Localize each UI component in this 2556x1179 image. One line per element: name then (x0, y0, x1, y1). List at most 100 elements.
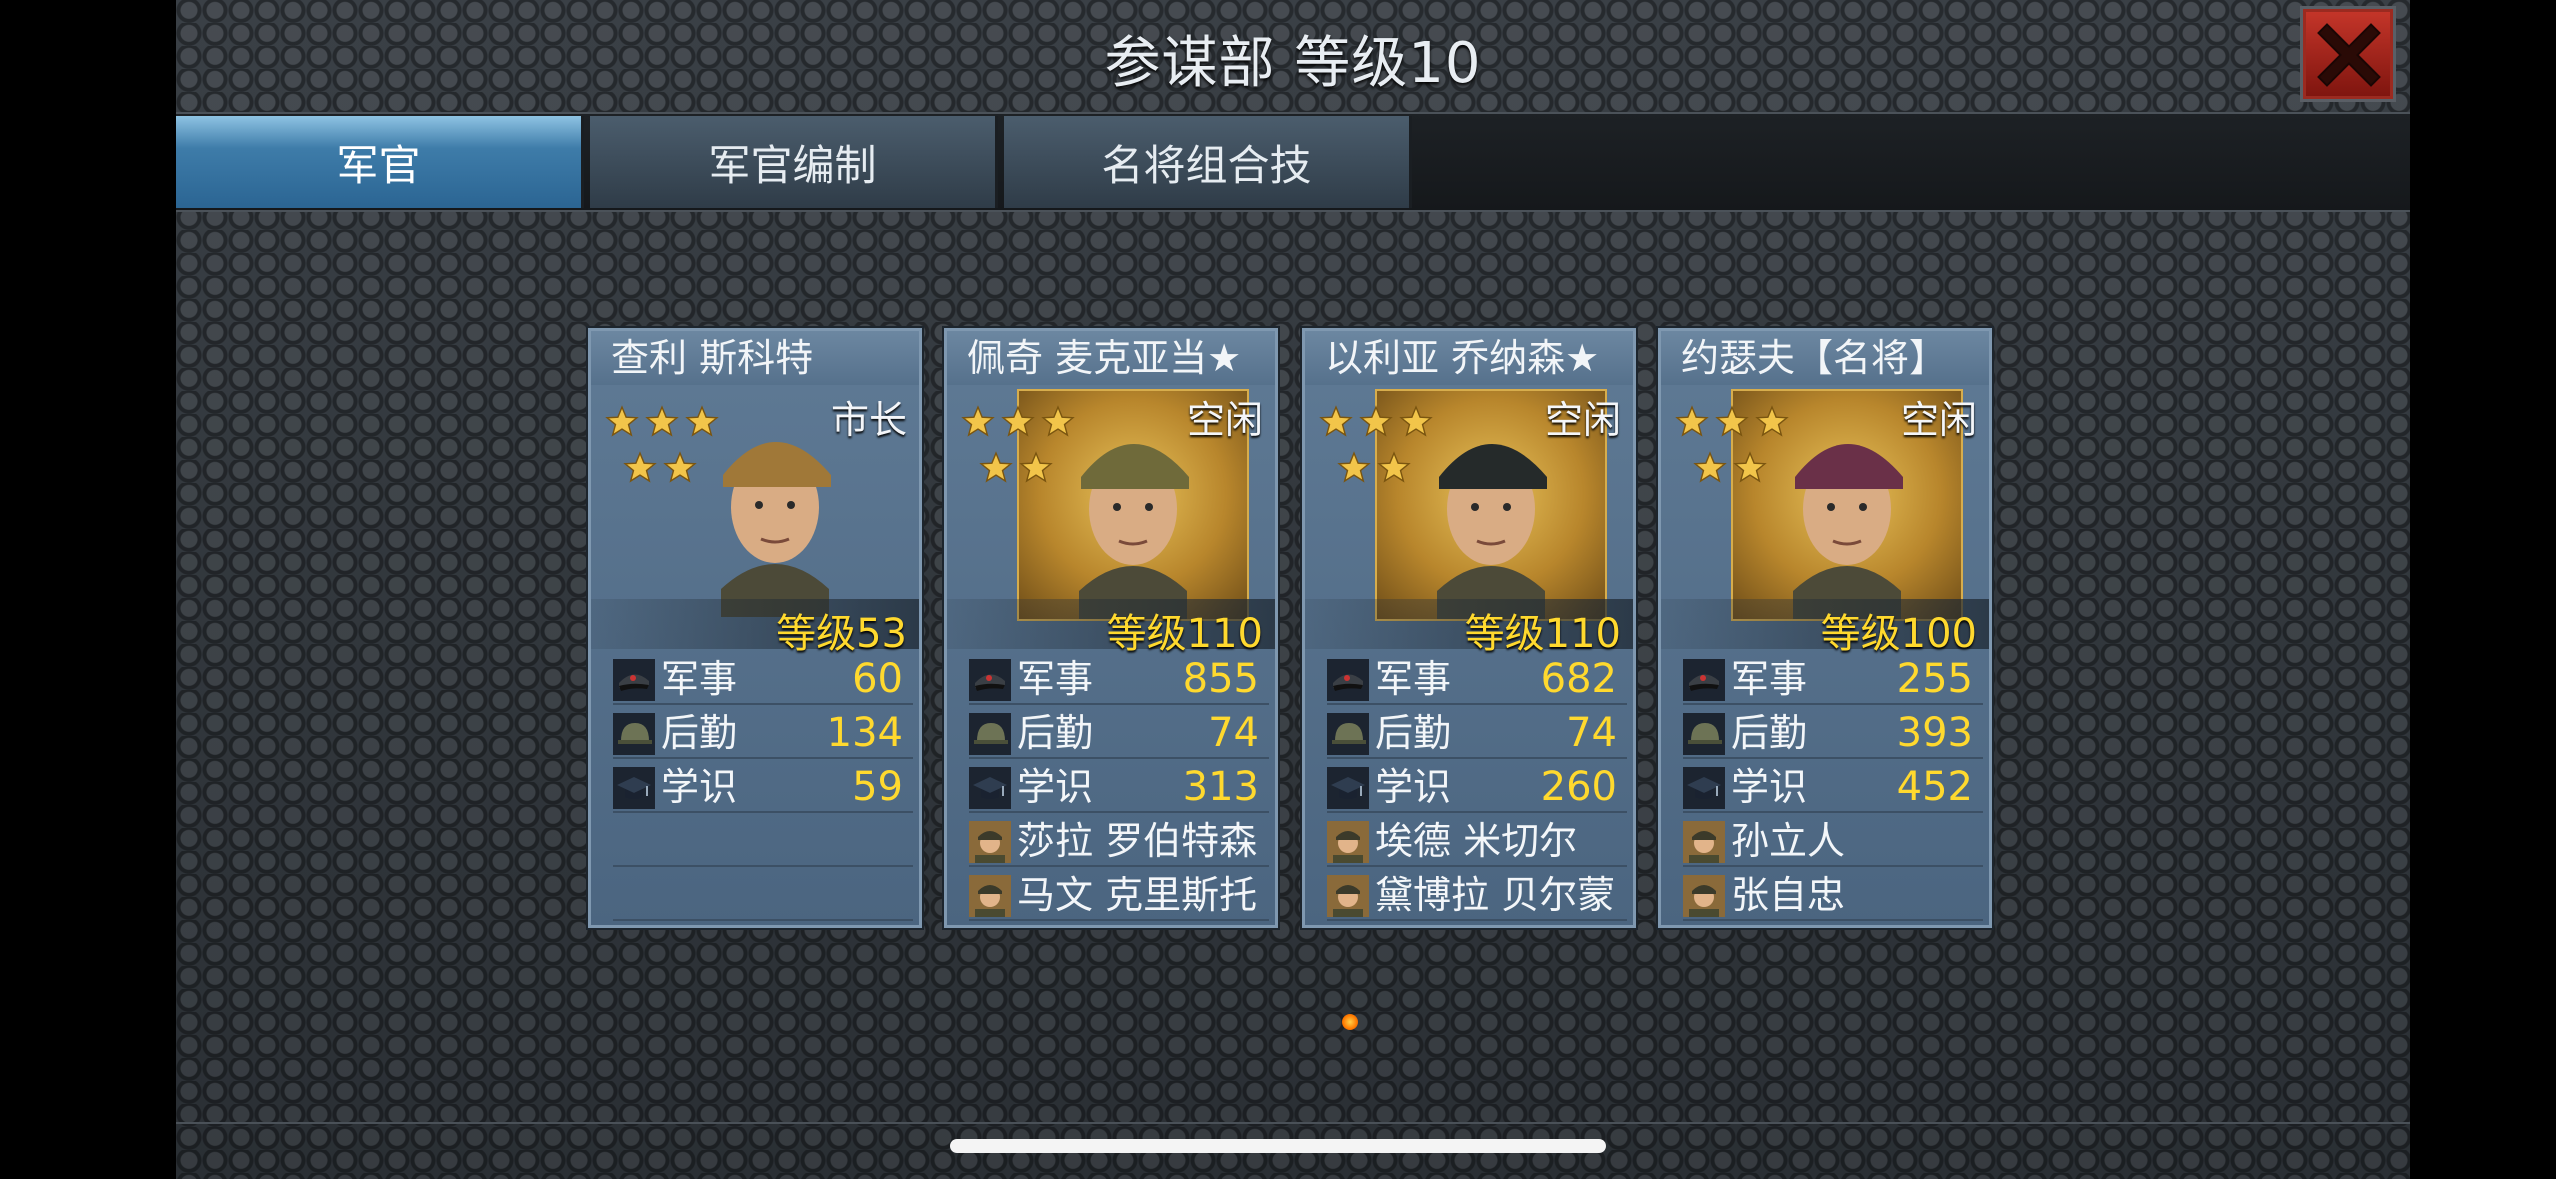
stat-row: 后勤 134 (613, 707, 913, 759)
military-cap-icon (969, 659, 1011, 701)
stat-row: 后勤 74 (1327, 707, 1627, 759)
divider (176, 1122, 2410, 1124)
tab-bar: 军官 军官编制 名将组合技 (176, 112, 2410, 212)
star-icon (623, 451, 657, 489)
officer-name: 佩奇 麦克亚当★ (947, 331, 1275, 385)
military-cap-icon (1327, 659, 1369, 701)
stat-value: 60 (852, 656, 903, 702)
star-icon (1359, 405, 1393, 443)
game-screen: 参谋部 等级10 军官 军官编制 名将组合技 查利 斯科特 市长 等级53 军事 6… (176, 0, 2410, 1179)
member-name: 埃德 米切尔 (1375, 819, 1578, 863)
star-icon (663, 451, 697, 489)
officer-status: 空闲 (1186, 398, 1263, 442)
helmet-icon (969, 713, 1011, 755)
home-indicator[interactable] (950, 1139, 1606, 1153)
member-avatar-icon (1683, 821, 1725, 863)
member-avatar-icon (1327, 875, 1369, 917)
stat-value: 74 (1208, 710, 1259, 756)
stat-value: 452 (1896, 764, 1973, 810)
stat-row: 学识 452 (1683, 761, 1983, 813)
stat-row: 后勤 74 (969, 707, 1269, 759)
stat-value: 393 (1896, 710, 1973, 756)
stat-value: 260 (1540, 764, 1617, 810)
member-row[interactable]: 莎拉 罗伯特森 (969, 815, 1269, 867)
tab-label: 军官编制 (708, 140, 877, 190)
officer-card[interactable]: 查利 斯科特 市长 等级53 军事 60 后勤 134 学识 59 (588, 328, 922, 928)
stat-label: 军事 (661, 657, 738, 701)
star-icon (1733, 451, 1767, 489)
member-row (613, 869, 913, 921)
tab-officer-formation[interactable]: 军官编制 (590, 116, 998, 208)
stat-row: 军事 682 (1327, 653, 1627, 705)
close-button[interactable] (2300, 6, 2396, 102)
stat-value: 855 (1182, 656, 1259, 702)
tab-general-combo-skills[interactable]: 名将组合技 (1004, 116, 1412, 208)
stat-label: 后勤 (1017, 711, 1094, 755)
stat-value: 59 (852, 764, 903, 810)
military-cap-icon (1683, 659, 1725, 701)
stat-value: 682 (1540, 656, 1617, 702)
stat-label: 军事 (1375, 657, 1452, 701)
member-row[interactable]: 孙立人 (1683, 815, 1983, 867)
officer-level: 等级110 (1106, 611, 1263, 657)
member-name: 黛博拉 贝尔蒙 (1375, 873, 1616, 917)
helmet-icon (1683, 713, 1725, 755)
member-name: 孙立人 (1731, 819, 1846, 863)
scholar-cap-icon (1327, 767, 1369, 809)
officer-card[interactable]: 约瑟夫【名将】 空闲 等级100 军事 255 后勤 393 学识 452 孙立人 … (1658, 328, 1992, 928)
star-icon (1337, 451, 1371, 489)
stat-row: 军事 60 (613, 653, 913, 705)
star-icon (1041, 405, 1075, 443)
star-icon (1693, 451, 1727, 489)
star-rating (1675, 405, 1805, 515)
star-icon (961, 405, 995, 443)
stat-label: 后勤 (1731, 711, 1808, 755)
member-row[interactable]: 马文 克里斯托 (969, 869, 1269, 921)
tab-officers[interactable]: 军官 (176, 116, 584, 208)
stat-row: 学识 59 (613, 761, 913, 813)
officer-level: 等级110 (1464, 611, 1621, 657)
officer-level: 等级53 (776, 611, 907, 657)
member-row[interactable]: 埃德 米切尔 (1327, 815, 1627, 867)
star-icon (1755, 405, 1789, 443)
stat-row: 后勤 393 (1683, 707, 1983, 759)
member-name: 马文 克里斯托 (1017, 873, 1258, 917)
stat-value: 255 (1896, 656, 1973, 702)
star-icon (1319, 405, 1353, 443)
stat-label: 学识 (1731, 765, 1808, 809)
stat-label: 后勤 (1375, 711, 1452, 755)
officer-level: 等级100 (1820, 611, 1977, 657)
member-row[interactable]: 黛博拉 贝尔蒙 (1327, 869, 1627, 921)
star-icon (605, 405, 639, 443)
stat-label: 学识 (1375, 765, 1452, 809)
star-icon (979, 451, 1013, 489)
member-name: 张自忠 (1731, 873, 1846, 917)
stat-value: 74 (1566, 710, 1617, 756)
scholar-cap-icon (1683, 767, 1725, 809)
star-rating (1319, 405, 1449, 515)
officer-name: 查利 斯科特 (591, 331, 919, 385)
officer-name: 以利亚 乔纳森★ (1305, 331, 1633, 385)
member-name: 莎拉 罗伯特森 (1017, 819, 1258, 863)
star-icon (1019, 451, 1053, 489)
officer-card[interactable]: 以利亚 乔纳森★ 空闲 等级110 军事 682 后勤 74 学识 260 埃德 米… (1302, 328, 1636, 928)
stat-value: 313 (1182, 764, 1259, 810)
member-row[interactable]: 张自忠 (1683, 869, 1983, 921)
page-title: 参谋部 等级10 (1104, 31, 1482, 96)
stat-label: 学识 (1017, 765, 1094, 809)
close-icon (2317, 23, 2381, 87)
star-icon (1675, 405, 1709, 443)
scholar-cap-icon (969, 767, 1011, 809)
star-icon (1377, 451, 1411, 489)
tab-label: 军官 (336, 140, 421, 190)
star-icon (1001, 405, 1035, 443)
member-avatar-icon (1327, 821, 1369, 863)
stat-row: 军事 855 (969, 653, 1269, 705)
stat-label: 学识 (661, 765, 738, 809)
stat-value: 134 (826, 710, 903, 756)
star-icon (1715, 405, 1749, 443)
officer-card[interactable]: 佩奇 麦克亚当★ 空闲等级110 军事 855 后勤 74 学识 313 莎拉 罗… (944, 328, 1278, 928)
stat-row: 学识 260 (1327, 761, 1627, 813)
officer-name: 约瑟夫【名将】 (1661, 331, 1989, 385)
military-cap-icon (613, 659, 655, 701)
